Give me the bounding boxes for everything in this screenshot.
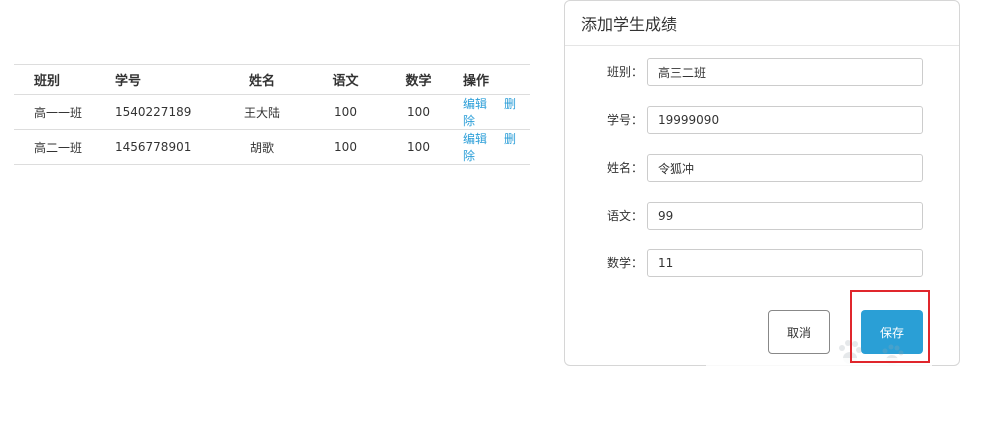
class-label: 班别： [606,65,643,79]
math-label: 数学： [606,256,643,270]
table-header-row: 班别 学号 姓名 语文 数学 操作 [14,64,530,95]
name-input[interactable] [647,154,923,182]
edit-link[interactable]: 编辑 [463,97,487,111]
class-input[interactable] [647,58,923,86]
dialog-title: 添加学生成绩 [565,1,959,46]
header-chinese: 语文 [303,64,388,95]
cell-chinese: 100 [303,94,388,130]
header-student-id: 学号 [115,64,221,95]
cell-math: 100 [388,94,449,130]
cell-student-id: 1456778901 [115,129,221,165]
header-operation: 操作 [449,64,530,95]
student-id-label: 学号： [606,113,643,127]
math-input[interactable] [647,249,923,277]
cell-class: 高一一班 [14,94,115,130]
table-body: 高一一班 1540227189 王大陆 100 100 编辑 删除 高二一班 14… [14,94,530,165]
student-id-input[interactable] [647,106,923,134]
page-root: 班别 学号 姓名 语文 数学 操作 高一一班 1540227189 王大陆 10… [0,0,1000,442]
save-button[interactable]: 保存 [861,310,923,354]
header-class: 班别 [14,64,115,95]
form-row-class: 班别： [565,58,961,86]
cancel-button[interactable]: 取消 [768,310,830,354]
form-row-name: 姓名： [565,154,961,182]
cell-student-id: 1540227189 [115,94,221,130]
name-label: 姓名： [606,161,643,175]
cell-name: 王大陆 [221,94,303,130]
edit-link[interactable]: 编辑 [463,132,487,146]
table-row: 高一一班 1540227189 王大陆 100 100 编辑 删除 [14,94,530,130]
cell-class: 高二一班 [14,129,115,165]
cell-name: 胡歌 [221,129,303,165]
table-head: 班别 学号 姓名 语文 数学 操作 [14,64,530,95]
form-row-student-id: 学号： [565,106,961,134]
form-row-math: 数学： [565,249,961,277]
chinese-input[interactable] [647,202,923,230]
chinese-label: 语文： [606,209,643,223]
cell-chinese: 100 [303,129,388,165]
header-name: 姓名 [221,64,303,95]
cell-operations: 编辑 删除 [449,94,530,130]
add-score-dialog: 添加学生成绩 班别： 学号： 姓名： 语文： 数学： 取消 保存 [564,0,960,366]
cell-math: 100 [388,129,449,165]
cell-operations: 编辑 删除 [449,129,530,165]
form-row-chinese: 语文： [565,202,961,230]
header-math: 数学 [388,64,449,95]
score-table: 班别 学号 姓名 语文 数学 操作 高一一班 1540227189 王大陆 10… [14,64,530,165]
table-row: 高二一班 1456778901 胡歌 100 100 编辑 删除 [14,129,530,165]
